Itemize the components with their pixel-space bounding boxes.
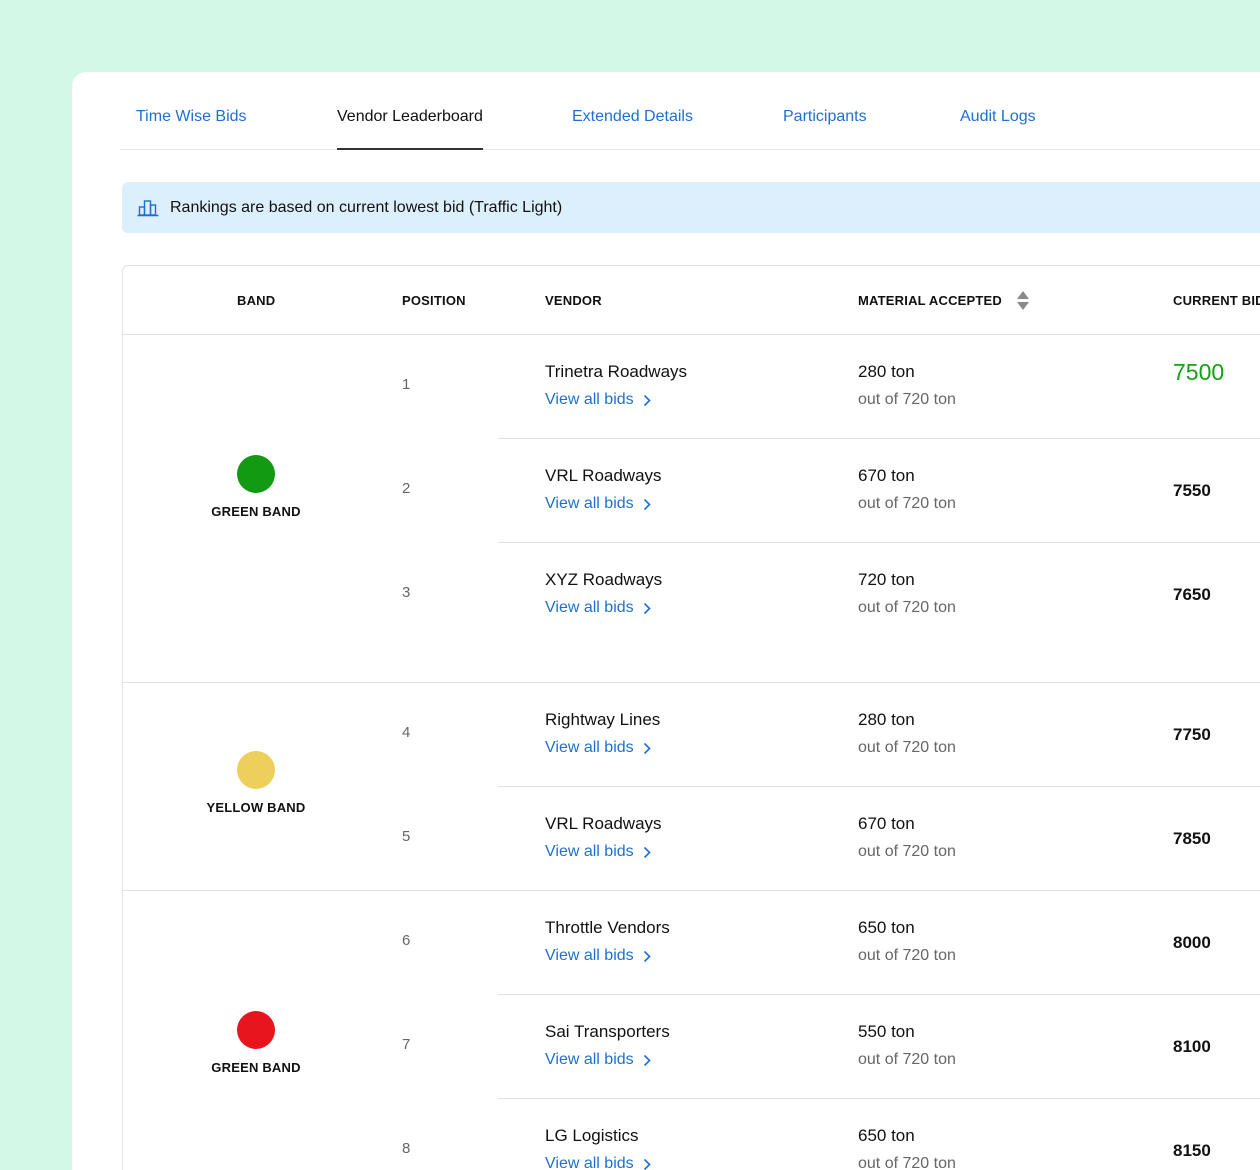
material-total: out of 720 ton (858, 599, 956, 616)
view-all-bids-link[interactable]: View all bids (545, 391, 651, 409)
tab-vendor-leaderboard[interactable]: Vendor Leaderboard (337, 108, 483, 126)
material-accepted: 720 ton (858, 570, 915, 589)
view-all-bids-label: View all bids (545, 1155, 634, 1170)
material-accepted: 280 ton (858, 362, 915, 381)
current-bid: 8000 (1173, 933, 1211, 952)
vendor-name: Rightway Lines (545, 710, 661, 729)
tab-bar: Time Wise Bids Vendor Leaderboard Extend… (120, 72, 1260, 150)
leaderboard-card: Time Wise Bids Vendor Leaderboard Extend… (72, 72, 1260, 1170)
view-all-bids-link[interactable]: View all bids (545, 1155, 651, 1170)
table-row: 7 Sai Transporters View all bids 550 ton… (123, 995, 1260, 1099)
material-total: out of 720 ton (858, 739, 956, 756)
chevron-right-icon (643, 498, 651, 511)
leaderboard-icon (137, 199, 159, 217)
col-band: BAND (237, 293, 276, 308)
tab-participants[interactable]: Participants (783, 108, 867, 126)
chevron-right-icon (643, 394, 651, 407)
table-row: 3 XYZ Roadways View all bids 720 ton out… (123, 543, 1260, 647)
view-all-bids-label: View all bids (545, 843, 634, 860)
chevron-right-icon (643, 846, 651, 859)
info-banner: Rankings are based on current lowest bid… (122, 182, 1260, 233)
vendor-name: LG Logistics (545, 1126, 639, 1145)
chevron-right-icon (643, 602, 651, 615)
view-all-bids-label: View all bids (545, 739, 634, 756)
material-accepted: 280 ton (858, 710, 915, 729)
table-row: 5 VRL Roadways View all bids 670 ton out… (123, 787, 1260, 891)
view-all-bids-link[interactable]: View all bids (545, 739, 651, 757)
col-position: POSITION (402, 293, 466, 308)
view-all-bids-link[interactable]: View all bids (545, 947, 651, 965)
vendor-name: Throttle Vendors (545, 918, 670, 937)
vendor-name: Sai Transporters (545, 1022, 670, 1041)
position-cell: 5 (402, 828, 411, 845)
vendor-name: VRL Roadways (545, 466, 662, 485)
chevron-right-icon (643, 950, 651, 963)
material-total: out of 720 ton (858, 391, 956, 408)
chevron-right-icon (643, 742, 651, 755)
material-accepted: 650 ton (858, 918, 915, 937)
position-cell: 6 (402, 932, 411, 949)
material-total: out of 720 ton (858, 947, 956, 964)
position-cell: 4 (402, 724, 411, 741)
col-vendor: VENDOR (545, 293, 602, 308)
current-bid: 7750 (1173, 725, 1211, 744)
col-material-accepted[interactable]: MATERIAL ACCEPTED (858, 293, 1002, 308)
view-all-bids-label: View all bids (545, 495, 634, 512)
table-header: BAND POSITION VENDOR MATERIAL ACCEPTED C… (123, 266, 1260, 335)
material-accepted: 670 ton (858, 466, 915, 485)
view-all-bids-link[interactable]: View all bids (545, 495, 651, 513)
current-bid: 7500 (1173, 359, 1225, 385)
chevron-right-icon (643, 1158, 651, 1170)
table-row: 2 VRL Roadways View all bids 670 ton out… (123, 439, 1260, 543)
table-row: 1 Trinetra Roadways View all bids 280 to… (123, 335, 1260, 439)
band-group-2: YELLOW BAND 4 Rightway Lines View all bi… (123, 683, 1260, 891)
position-cell: 3 (402, 584, 411, 601)
material-accepted: 670 ton (858, 814, 915, 833)
position-cell: 8 (402, 1140, 411, 1157)
leaderboard-table: BAND POSITION VENDOR MATERIAL ACCEPTED C… (122, 265, 1260, 1170)
view-all-bids-label: View all bids (545, 391, 634, 408)
current-bid: 8150 (1173, 1141, 1211, 1160)
material-total: out of 720 ton (858, 1051, 956, 1068)
table-row: 8 LG Logistics View all bids 650 ton out… (123, 1099, 1260, 1170)
current-bid: 8100 (1173, 1037, 1211, 1056)
band-group-3: GREEN BAND 6 Throttle Vendors View all b… (123, 891, 1260, 1170)
view-all-bids-link[interactable]: View all bids (545, 599, 651, 617)
vendor-name: Trinetra Roadways (545, 362, 688, 381)
material-accepted: 550 ton (858, 1022, 915, 1041)
table-row: 4 Rightway Lines View all bids 280 ton o… (123, 683, 1260, 787)
tab-extended-details[interactable]: Extended Details (572, 108, 693, 126)
banner-text: Rankings are based on current lowest bid… (170, 198, 563, 216)
tab-audit-logs[interactable]: Audit Logs (960, 108, 1036, 126)
material-accepted: 650 ton (858, 1126, 915, 1145)
table-row: 6 Throttle Vendors View all bids 650 ton… (123, 891, 1260, 995)
band-group-1: GREEN BAND 1 Trinetra Roadways View all … (123, 335, 1260, 683)
chevron-right-icon (643, 1054, 651, 1067)
material-total: out of 720 ton (858, 843, 956, 860)
current-bid: 7850 (1173, 829, 1211, 848)
current-bid: 7550 (1173, 481, 1211, 500)
material-total: out of 720 ton (858, 495, 956, 512)
material-total: out of 720 ton (858, 1155, 956, 1170)
tab-time-wise-bids[interactable]: Time Wise Bids (136, 108, 247, 126)
position-cell: 2 (402, 480, 411, 497)
col-current-bid[interactable]: CURRENT BID (1173, 293, 1260, 308)
view-all-bids-label: View all bids (545, 947, 634, 964)
position-cell: 7 (402, 1036, 411, 1053)
vendor-name: VRL Roadways (545, 814, 662, 833)
view-all-bids-label: View all bids (545, 599, 634, 616)
view-all-bids-link[interactable]: View all bids (545, 1051, 651, 1069)
view-all-bids-label: View all bids (545, 1051, 634, 1068)
position-cell: 1 (402, 376, 411, 393)
active-tab-indicator (337, 148, 483, 150)
vendor-name: XYZ Roadways (545, 570, 663, 589)
current-bid: 7650 (1173, 585, 1211, 604)
sort-icon[interactable] (1016, 289, 1030, 311)
view-all-bids-link[interactable]: View all bids (545, 843, 651, 861)
